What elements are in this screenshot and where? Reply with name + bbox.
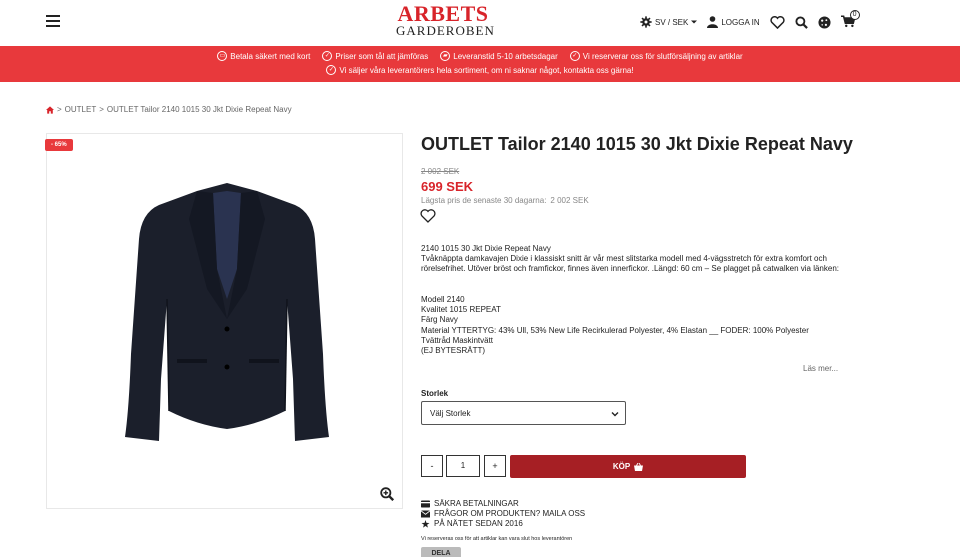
trust-list: SÄKRA BETALNINGAR FRÅGOR OM PRODUKTEN? M… <box>421 499 585 529</box>
user-icon <box>707 16 719 28</box>
caret-down-icon <box>691 20 698 24</box>
spec-material: Material YTTERTYG: 43% Ull, 53% New Life… <box>421 325 809 335</box>
description-text: Tvåknäppta damkavajen Dixie i klassiskt … <box>421 254 839 274</box>
spec-color: Färg Navy <box>421 315 458 325</box>
language-currency-label: SV / SEK <box>655 17 689 27</box>
gear-icon <box>640 16 652 28</box>
search-icon[interactable] <box>795 15 808 29</box>
product-description: 2140 1015 30 Jkt Dixie Repeat Navy Tvåkn… <box>421 244 841 275</box>
header-actions: SV / SEK LOGGA IN 0 <box>640 9 860 32</box>
quantity-increase-button[interactable]: + <box>484 455 506 477</box>
trust-item: PÅ NÄTET SEDAN 2016 <box>421 519 585 529</box>
product-image <box>125 183 329 441</box>
spec-quality: Kvalitet 1015 REPEAT <box>421 305 501 315</box>
banner-row-1: ▭ Betala säkert med kort ✓ Priser som tå… <box>0 51 960 61</box>
product-specs: Modell 2140 Kvalitet 1015 REPEAT Färg Na… <box>421 295 841 356</box>
star-icon <box>421 520 430 528</box>
basket-icon <box>634 462 644 471</box>
check-icon: ✓ <box>326 65 337 75</box>
read-more-link[interactable]: Läs mer... <box>803 364 838 373</box>
zoom-icon[interactable] <box>380 487 394 501</box>
sale-price: 699 SEK <box>421 179 474 194</box>
login-label: LOGGA IN <box>721 17 760 27</box>
breadcrumb-current: OUTLET Tailor 2140 1015 30 Jkt Dixie Rep… <box>106 105 292 114</box>
banner-item: ✓ Priser som tål att jämföras <box>322 51 428 61</box>
trust-item: FRÅGOR OM PRODUKTEN? MAILA OSS <box>421 509 585 519</box>
wishlist-heart-icon[interactable] <box>420 209 436 223</box>
cart-button[interactable]: 0 <box>840 9 860 30</box>
lowest-price-label: Lägsta pris de senaste 30 dagarna: <box>421 196 547 205</box>
banner-item: ▰ Leveranstid 5-10 arbetsdagar <box>440 51 558 61</box>
language-currency-selector[interactable]: SV / SEK <box>640 16 698 28</box>
size-select-value: Välj Storlek <box>430 408 471 418</box>
spec-no-exchange: (EJ BYTESRÄTT) <box>421 346 486 356</box>
site-logo[interactable]: ARBETS GARDEROBEN <box>396 1 495 40</box>
buy-button[interactable]: KÖP <box>510 455 746 478</box>
discount-badge: - 65% <box>45 139 73 151</box>
share-button[interactable]: DELA <box>421 547 461 557</box>
banner-item-label: Vi säljer våra leverantörers hela sortim… <box>339 65 634 75</box>
spec-model: Modell 2140 <box>421 295 465 304</box>
breadcrumb-outlet[interactable]: OUTLET <box>65 105 97 114</box>
trust-item-label: FRÅGOR OM PRODUKTEN? MAILA OSS <box>434 509 586 518</box>
cookie-icon[interactable] <box>818 15 831 29</box>
credit-card-icon <box>421 500 430 508</box>
banner-item-label: Betala säkert med kort <box>230 51 311 61</box>
size-select[interactable]: Välj Storlek <box>421 401 626 425</box>
trust-item-label: PÅ NÄTET SEDAN 2016 <box>434 519 523 528</box>
buy-button-label: KÖP <box>612 462 631 471</box>
cart-count-badge: 0 <box>849 9 860 20</box>
breadcrumb-separator: > <box>99 105 104 114</box>
banner-item: ✓ Vi reserverar oss för slutförsäljning … <box>569 51 743 61</box>
chevron-down-icon <box>611 412 619 417</box>
description-line: 2140 1015 30 Jkt Dixie Repeat Navy <box>421 244 551 253</box>
heart-icon[interactable] <box>769 15 785 29</box>
spec-care: Tvättråd Maskintvätt <box>421 335 494 345</box>
banner-item: ✓ Vi säljer våra leverantörers hela sort… <box>326 65 634 75</box>
card-icon: ▭ <box>217 51 228 61</box>
truck-icon: ▰ <box>440 51 451 61</box>
original-price: 2 002 SEK <box>421 167 460 176</box>
logo-bottom-text: GARDEROBEN <box>396 23 495 38</box>
menu-icon[interactable] <box>46 15 60 27</box>
size-label: Storlek <box>421 389 449 398</box>
check-icon: ✓ <box>569 51 580 61</box>
product-image-box[interactable]: - 65% <box>45 133 403 509</box>
lowest-price-value: 2 002 SEK <box>550 196 589 205</box>
banner-item-label: Vi reserverar oss för slutförsäljning av… <box>582 51 743 61</box>
reservation-note: Vi reserveras oss för att artiklar kan v… <box>421 536 573 542</box>
home-icon[interactable] <box>46 105 54 114</box>
banner-item: ▭ Betala säkert med kort <box>217 51 310 61</box>
site-header: ARBETS GARDEROBEN SV / SEK LOGGA IN 0 <box>0 0 960 46</box>
banner-item-label: Leveranstid 5-10 arbetsdagar <box>453 51 558 61</box>
quantity-input[interactable]: 1 <box>446 455 480 477</box>
logo-top-text: ARBETS <box>397 1 489 26</box>
lowest-price-info: Lägsta pris de senaste 30 dagarna: 2 002… <box>421 196 589 205</box>
login-link[interactable]: LOGGA IN <box>707 16 760 28</box>
check-icon: ✓ <box>322 51 333 61</box>
trust-item-label: SÄKRA BETALNINGAR <box>434 499 519 508</box>
banner-row-2: ✓ Vi säljer våra leverantörers hela sort… <box>0 65 960 75</box>
breadcrumb-separator: > <box>57 105 62 114</box>
envelope-icon <box>421 510 430 518</box>
quantity-decrease-button[interactable]: - <box>421 455 443 477</box>
banner-item-label: Priser som tål att jämföras <box>335 51 429 61</box>
info-banner: ▭ Betala säkert med kort ✓ Priser som tå… <box>0 46 960 82</box>
product-title: OUTLET Tailor 2140 1015 30 Jkt Dixie Rep… <box>421 134 853 154</box>
trust-item: SÄKRA BETALNINGAR <box>421 499 585 509</box>
breadcrumb: > OUTLET > OUTLET Tailor 2140 1015 30 Jk… <box>46 105 292 114</box>
